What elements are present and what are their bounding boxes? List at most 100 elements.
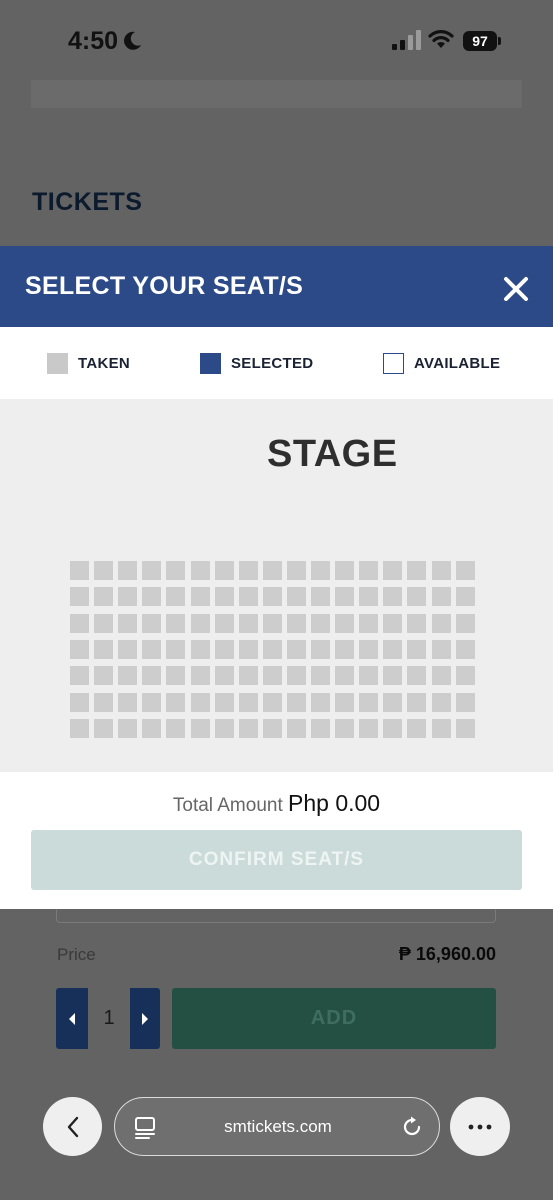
seat[interactable] [456, 587, 475, 606]
seat[interactable] [239, 640, 258, 659]
seat[interactable] [359, 614, 378, 633]
seat[interactable] [383, 587, 402, 606]
seat[interactable] [311, 666, 330, 685]
seat[interactable] [94, 587, 113, 606]
address-bar[interactable]: smtickets.com [114, 1097, 440, 1156]
seat[interactable] [70, 561, 89, 580]
quantity-input[interactable]: 1 [88, 988, 130, 1049]
seat[interactable] [239, 719, 258, 738]
seat[interactable] [335, 640, 354, 659]
seat[interactable] [239, 614, 258, 633]
seat[interactable] [359, 587, 378, 606]
seat[interactable] [142, 561, 161, 580]
seat[interactable] [215, 719, 234, 738]
seat[interactable] [311, 614, 330, 633]
seat[interactable] [70, 719, 89, 738]
seat[interactable] [70, 587, 89, 606]
seat[interactable] [70, 614, 89, 633]
quantity-increase-button[interactable] [130, 988, 160, 1049]
quantity-stepper[interactable]: 1 [56, 988, 160, 1049]
seat[interactable] [383, 614, 402, 633]
seat[interactable] [94, 719, 113, 738]
seat[interactable] [335, 614, 354, 633]
seat[interactable] [191, 719, 210, 738]
seat[interactable] [287, 719, 306, 738]
seat[interactable] [166, 666, 185, 685]
seat[interactable] [432, 587, 451, 606]
seat[interactable] [287, 614, 306, 633]
seat[interactable] [335, 561, 354, 580]
seat[interactable] [456, 640, 475, 659]
seat[interactable] [311, 587, 330, 606]
seat[interactable] [191, 587, 210, 606]
seat[interactable] [70, 640, 89, 659]
seat[interactable] [359, 640, 378, 659]
seat[interactable] [407, 640, 426, 659]
seat[interactable] [191, 693, 210, 712]
seat[interactable] [263, 587, 282, 606]
reload-icon[interactable] [401, 1116, 423, 1138]
seat[interactable] [311, 561, 330, 580]
seat[interactable] [215, 561, 234, 580]
seat[interactable] [383, 719, 402, 738]
seat[interactable] [118, 614, 137, 633]
seat[interactable] [311, 719, 330, 738]
seat[interactable] [407, 719, 426, 738]
seat[interactable] [142, 693, 161, 712]
seat[interactable] [142, 587, 161, 606]
seat[interactable] [456, 666, 475, 685]
seat[interactable] [287, 640, 306, 659]
seat[interactable] [215, 640, 234, 659]
seat[interactable] [191, 666, 210, 685]
seat[interactable] [263, 614, 282, 633]
seat[interactable] [191, 561, 210, 580]
seat[interactable] [263, 719, 282, 738]
seat[interactable] [383, 561, 402, 580]
seat[interactable] [432, 640, 451, 659]
seat[interactable] [456, 561, 475, 580]
seat[interactable] [456, 693, 475, 712]
confirm-seats-button[interactable]: CONFIRM SEAT/S [31, 830, 522, 890]
seat[interactable] [335, 719, 354, 738]
seat[interactable] [239, 587, 258, 606]
seat[interactable] [142, 666, 161, 685]
seat[interactable] [215, 614, 234, 633]
seat[interactable] [94, 614, 113, 633]
seat[interactable] [359, 719, 378, 738]
seat[interactable] [215, 693, 234, 712]
seat[interactable] [263, 640, 282, 659]
quantity-decrease-button[interactable] [56, 988, 88, 1049]
seat[interactable] [166, 587, 185, 606]
seat[interactable] [432, 666, 451, 685]
seat[interactable] [118, 666, 137, 685]
seat[interactable] [70, 693, 89, 712]
seat[interactable] [118, 719, 137, 738]
seat[interactable] [239, 693, 258, 712]
close-icon[interactable] [503, 276, 529, 302]
seat[interactable] [432, 614, 451, 633]
seat[interactable] [166, 640, 185, 659]
seat[interactable] [263, 561, 282, 580]
seat[interactable] [191, 614, 210, 633]
seat[interactable] [335, 666, 354, 685]
seat[interactable] [456, 719, 475, 738]
seat[interactable] [359, 561, 378, 580]
seat[interactable] [287, 666, 306, 685]
seat[interactable] [118, 640, 137, 659]
seat[interactable] [335, 693, 354, 712]
seat[interactable] [359, 666, 378, 685]
more-options-button[interactable] [450, 1097, 510, 1156]
seat[interactable] [239, 666, 258, 685]
seat[interactable] [407, 587, 426, 606]
seat[interactable] [94, 561, 113, 580]
seat[interactable] [407, 561, 426, 580]
seat[interactable] [215, 666, 234, 685]
seat[interactable] [166, 561, 185, 580]
back-button[interactable] [43, 1097, 102, 1156]
add-button[interactable]: ADD [172, 988, 496, 1049]
seat[interactable] [142, 614, 161, 633]
seat[interactable] [263, 693, 282, 712]
seat[interactable] [215, 587, 234, 606]
seat[interactable] [94, 693, 113, 712]
seat[interactable] [383, 640, 402, 659]
